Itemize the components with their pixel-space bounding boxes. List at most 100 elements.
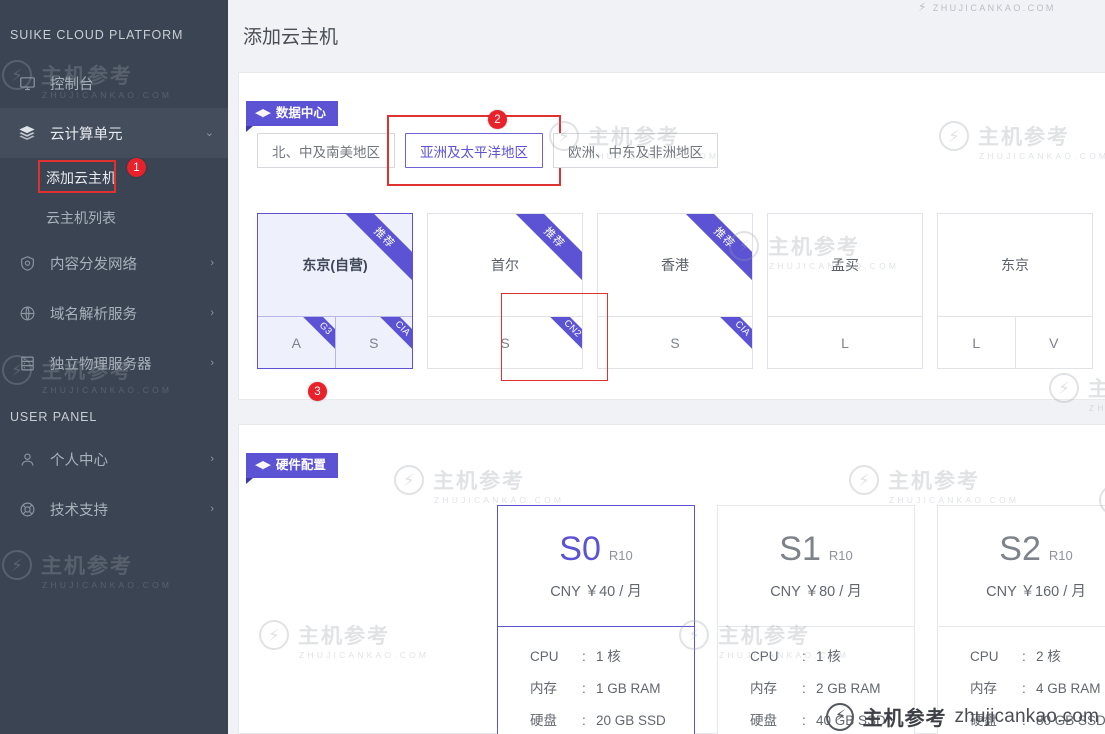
annotation-marker-3: 3 [308, 382, 327, 401]
spec-separator: : [802, 713, 806, 728]
region-cells: L [768, 316, 922, 368]
datacenter-section-label: ◀▶ 数据中心 [246, 101, 338, 131]
region-cell[interactable]: L [938, 317, 1016, 368]
spec-separator: : [582, 713, 586, 728]
双箭头-icon: ◀▶ [255, 106, 271, 119]
region-card[interactable]: 推荐 香港 S CIA [597, 213, 753, 369]
region-cells: S CN2 [428, 316, 582, 368]
hardware-panel: ◀▶ 硬件配置 S0 R10 CNY ￥40 / 月 CPU: 1 核 内存 … [238, 424, 1105, 734]
hardware-plan-specs: CPU : 2 核 内存 : 4 GB RAM 硬盘 : 80 GB SSD [938, 627, 1105, 734]
region-card[interactable]: 推荐 东京(自营) A G3 S CIA [257, 213, 413, 369]
shield-icon [16, 252, 38, 274]
hardware-plan-price: CNY ￥40 / 月 [550, 583, 642, 600]
spec-key: 内存 [750, 681, 777, 696]
spec-row: 硬盘 : 20 GB SSD [530, 705, 672, 734]
spec-separator: : [1022, 713, 1026, 728]
datacenter-panel: ◀▶ 数据中心 区是指在同一地域 北、中及南美地区 亚洲及太平洋地区 欧洲、中东… [238, 72, 1105, 413]
spec-key: 硬盘 [970, 713, 997, 728]
region-card[interactable]: 东京 L V [937, 213, 1093, 369]
spec-row: CPU : 1 核 [530, 641, 672, 673]
region-cell[interactable]: V [1016, 317, 1093, 368]
region-cell[interactable]: L [768, 317, 922, 368]
watermark: ⚡ 主机参考 ZHUJICANKAO.COM [939, 121, 1105, 161]
datacenter-tabs: 北、中及南美地区 亚洲及太平洋地区 欧洲、中东及非洲地区 [257, 115, 718, 186]
spec-key: 硬盘 [530, 713, 557, 728]
sidebar-item-add-instance[interactable]: 添加云主机 [0, 158, 228, 198]
region-card[interactable]: 孟买 L [767, 213, 923, 369]
双箭头-icon: ◀▶ [255, 458, 271, 471]
dashboard-icon [16, 72, 38, 94]
hardware-plan-card[interactable]: S2 R10 CNY ￥160 / 月 CPU : 2 核 内存: 4 GB … [937, 505, 1105, 734]
hardware-plan-card[interactable]: S1 R10 CNY ￥80 / 月 CPU : 1 核 内存: 2 GB R… [717, 505, 915, 734]
hardware-plan-name: S0 [559, 529, 601, 568]
region-cell[interactable]: A G3 [258, 317, 336, 368]
spec-separator: : [1022, 649, 1026, 664]
spec-value: 80 GB SSD [1036, 713, 1105, 728]
region-cell-ribbon: CN2 [544, 317, 582, 357]
globe-icon [16, 302, 38, 324]
hardware-plan-specs: CPU : 1 核 内存 : 1 GB RAM 硬盘 : 20 GB SSD [498, 627, 694, 734]
watermark: ⚡ 主机参考 ZHUJICANKAO.COM [394, 465, 561, 505]
region-cell-label: S [369, 334, 379, 351]
hardware-plan-list: S0 R10 CNY ￥40 / 月 CPU : 1 核 内存: 1 GB R… [497, 505, 1105, 734]
tab-wrap-asia-pacific: 亚洲及太平洋地区 [387, 115, 561, 186]
hardware-plan-name-row: S1 R10 [779, 532, 852, 566]
hardware-plan-card[interactable]: S0 R10 CNY ￥40 / 月 CPU : 1 核 内存: 1 GB R… [497, 505, 695, 734]
spec-separator: : [582, 681, 586, 696]
sidebar-item-cdn[interactable]: 内容分发网络 › [0, 238, 228, 288]
server-icon [16, 352, 38, 374]
hardware-plan-price: CNY ￥80 / 月 [770, 583, 862, 600]
sidebar-item-profile[interactable]: 个人中心 › [0, 434, 228, 484]
watermark: ⚡ 主机参考 ZHUJICANKAO.COM [849, 465, 1016, 505]
chevron-right-icon: › [210, 452, 214, 465]
region-name: 孟买 [831, 257, 859, 273]
tab-asia-pacific[interactable]: 亚洲及太平洋地区 [405, 133, 543, 168]
sidebar-item-cloud-compute[interactable]: 云计算单元 ⌄ [0, 108, 228, 158]
watermark-bolt-icon: ⚡ [394, 465, 424, 495]
region-cells: S CIA [598, 316, 752, 368]
hardware-plan-price: CNY ￥160 / 月 [986, 583, 1086, 600]
tab-wrap-emea: 欧洲、中东及非洲地区 [553, 133, 718, 168]
spec-row: 硬盘 : 80 GB SSD [970, 705, 1105, 734]
chevron-down-icon: ⌄ [204, 126, 214, 139]
sidebar-item-dns[interactable]: 域名解析服务 › [0, 288, 228, 338]
spec-value: 2 GB RAM [816, 681, 881, 696]
region-cells: A G3 S CIA [258, 316, 412, 368]
annotation-marker-2: 2 [488, 110, 507, 129]
region-cell[interactable]: S CIA [598, 317, 752, 368]
spec-value: 4 GB RAM [1036, 681, 1101, 696]
region-cell[interactable]: S CIA [336, 317, 412, 368]
region-cell[interactable]: S CN2 [428, 317, 582, 368]
tab-wrap-americas: 北、中及南美地区 [257, 133, 395, 168]
annotation-marker-1: 1 [127, 158, 146, 177]
region-card[interactable]: 推荐 首尔 S CN2 [427, 213, 583, 369]
sidebar-item-label: 技术支持 [50, 502, 108, 519]
watermark-bolt-icon: ⚡ [2, 550, 32, 580]
sidebar-item-dedicated-server[interactable]: 独立物理服务器 › [0, 338, 228, 388]
spec-key: CPU [750, 649, 779, 664]
user-icon [16, 448, 38, 470]
region-cell-label: L [841, 334, 849, 351]
sidebar-item-instance-list[interactable]: 云主机列表 [0, 198, 228, 238]
page-title: 添加云主机 [243, 27, 339, 48]
tab-emea[interactable]: 欧洲、中东及非洲地区 [553, 133, 718, 168]
spec-row: 内存 : 2 GB RAM [750, 673, 892, 705]
spec-row: CPU : 1 核 [750, 641, 892, 673]
main-content: 添加云主机 ◀▶ 数据中心 区是指在同一地域 北、中及南美地区 亚洲及太平洋地区… [228, 0, 1105, 734]
spec-row: 内存 : 1 GB RAM [530, 673, 672, 705]
spec-value: 1 核 [816, 649, 841, 664]
region-name: 东京 [1001, 257, 1029, 273]
watermark-bolt-icon: ⚡ [939, 121, 969, 151]
tab-americas[interactable]: 北、中及南美地区 [257, 133, 395, 168]
spec-key: 内存 [970, 681, 997, 696]
spec-key: 内存 [530, 681, 557, 696]
spec-value: 2 核 [1036, 649, 1061, 664]
spec-separator: : [802, 681, 806, 696]
user-panel-title: USER PANEL [10, 410, 98, 424]
sidebar-item-label: 云计算单元 [50, 126, 123, 143]
sidebar-item-console[interactable]: 控制台 [0, 58, 228, 108]
region-cell-ribbon: G3 [296, 317, 335, 357]
sidebar-item-support[interactable]: 技术支持 › [0, 484, 228, 534]
hardware-plan-revision: R10 [1048, 547, 1073, 563]
sidebar-subitem-label: 添加云主机 [46, 170, 116, 186]
